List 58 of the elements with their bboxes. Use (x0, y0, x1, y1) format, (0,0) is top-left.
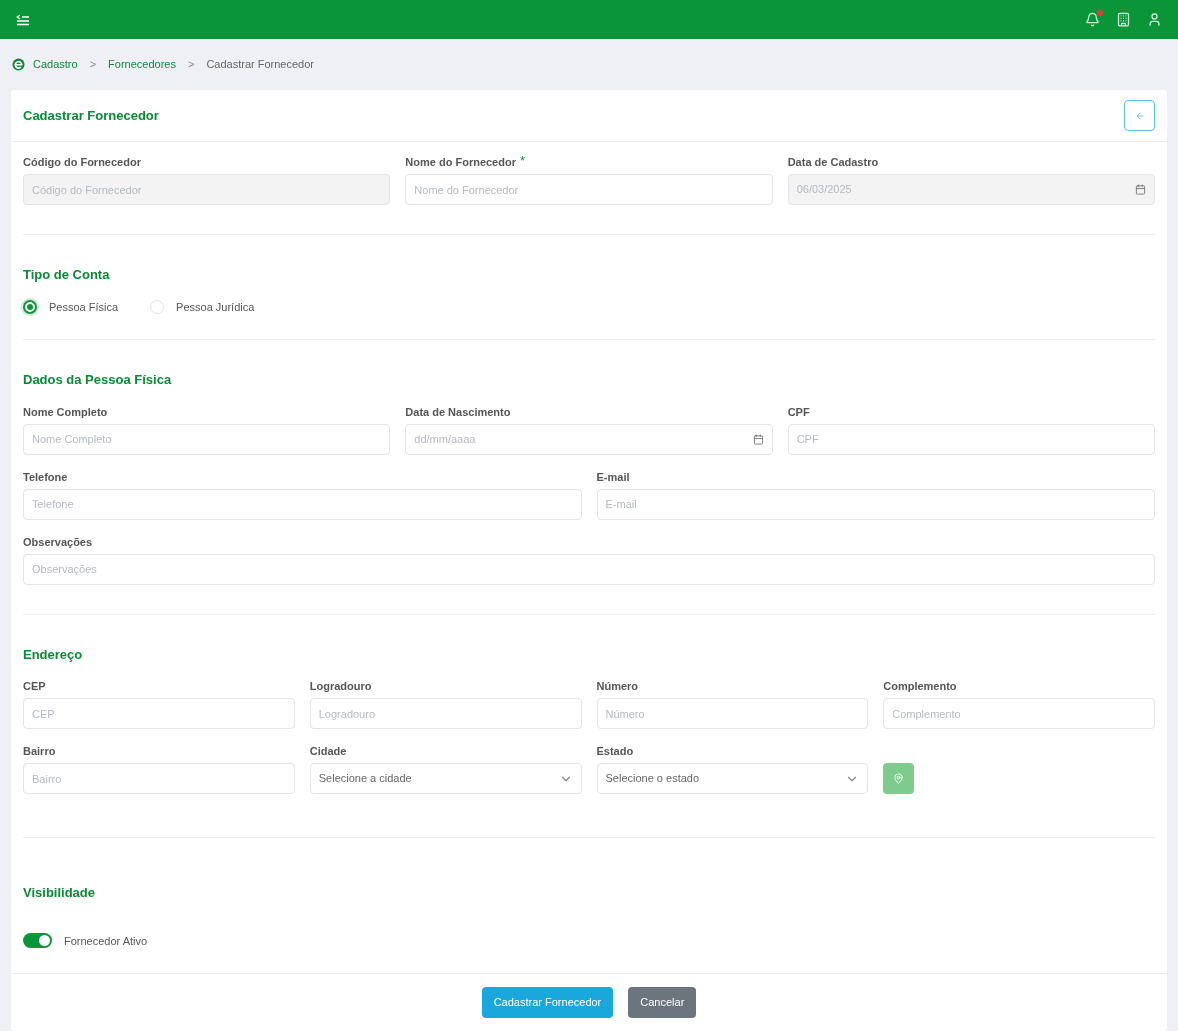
breadcrumb-separator: > (186, 57, 196, 73)
select-field[interactable]: Selecione o estado (596, 763, 869, 794)
cancel-button[interactable]: Cancelar (628, 987, 697, 1018)
card-title: Cadastrar Fornecedor (23, 106, 159, 125)
breadcrumb-link[interactable]: Cadastro (33, 56, 78, 73)
input-field[interactable]: Observações (23, 553, 1155, 585)
field-label: Data de Nascimento (405, 404, 511, 420)
field-label: CEP (23, 679, 46, 694)
toggle-label: Fornecedor Ativo (64, 933, 148, 949)
input-field[interactable]: Nome do Fornecedor (405, 174, 773, 205)
arrow-left-icon (1134, 110, 1145, 121)
map-button[interactable] (883, 763, 915, 794)
field-label: Estado (596, 744, 634, 759)
input-field[interactable]: E-mail (596, 488, 1155, 520)
menu-collapse-icon[interactable] (16, 13, 30, 26)
radio-button[interactable] (23, 299, 37, 314)
field-label: E-mail (596, 469, 630, 485)
breadcrumb-current: Cadastrar Fornecedor (206, 57, 314, 73)
section-title: Dados da Pessoa Física (23, 371, 173, 389)
input-field[interactable]: CPF (787, 423, 1155, 455)
logo-icon (12, 58, 25, 72)
field-label: Complemento (883, 679, 957, 694)
breadcrumb-link[interactable]: Fornecedores (108, 56, 176, 73)
input-field[interactable]: Logradouro (309, 698, 582, 729)
input-field[interactable]: Complemento (883, 698, 1155, 729)
field-label: Número (596, 679, 639, 694)
field-label: Telefone (23, 469, 68, 485)
field-label: Data de Cadastro (787, 155, 879, 170)
submit-button[interactable]: Cadastrar Fornecedor (481, 987, 614, 1018)
field-label: Nome Completo (23, 404, 108, 420)
input-field[interactable]: Número (596, 698, 869, 729)
notification-bell-icon[interactable] (1085, 12, 1100, 28)
field-label: Código do Fornecedor (23, 155, 141, 170)
radio-label: Pessoa Física (49, 299, 119, 315)
section-title: Endereço (23, 645, 84, 664)
field-label: Cidade (309, 744, 347, 759)
field-label: Bairro (23, 744, 56, 759)
section-title: Tipo de Conta (23, 266, 111, 284)
input-field[interactable]: CEP (23, 698, 295, 729)
map-pin-icon (893, 773, 905, 784)
select-field[interactable]: Selecione a cidade (309, 763, 582, 794)
calendar-icon (752, 433, 764, 445)
breadcrumb-separator: > (88, 57, 98, 73)
section-title: Visibilidade (23, 884, 96, 902)
input-field[interactable]: Nome Completo (23, 423, 391, 455)
building-icon[interactable] (1116, 12, 1131, 28)
back-button[interactable] (1124, 100, 1155, 131)
required-mark: * (519, 154, 525, 167)
input-field[interactable]: Telefone (23, 488, 582, 520)
radio-label: Pessoa Jurídica (176, 299, 255, 315)
user-icon[interactable] (1147, 12, 1162, 28)
field-label: Observações (23, 534, 93, 550)
calendar-icon (1135, 184, 1146, 195)
field-label: Nome do Fornecedor (405, 155, 516, 170)
field-label: Logradouro (309, 679, 372, 694)
input-field[interactable]: Bairro (23, 763, 295, 794)
toggle-switch[interactable] (23, 933, 52, 949)
field-label: CPF (787, 404, 810, 420)
